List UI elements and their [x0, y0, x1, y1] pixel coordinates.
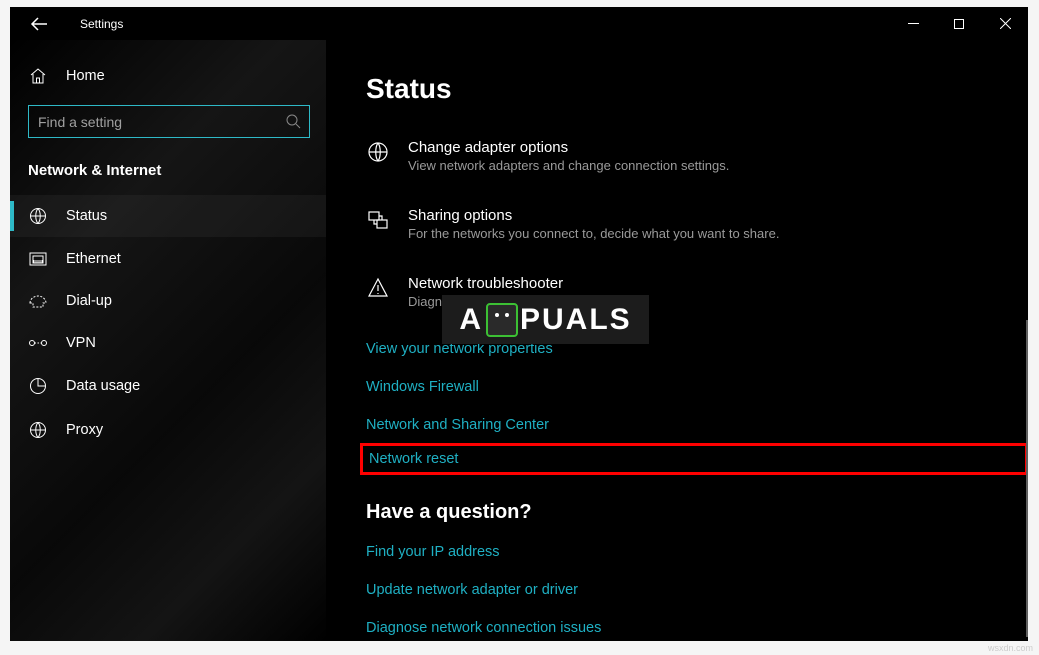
setting-text: Network troubleshooter Diagnose and fix … — [408, 275, 615, 309]
dialup-icon — [28, 294, 48, 308]
minimize-button[interactable] — [890, 7, 936, 40]
home-icon — [28, 67, 48, 85]
link-windows-firewall[interactable]: Windows Firewall — [366, 371, 479, 403]
sidebar-category: Network & Internet — [10, 150, 326, 193]
sidebar-item-vpn[interactable]: VPN — [10, 323, 326, 363]
setting-title: Network troubleshooter — [408, 275, 615, 292]
help-link-diagnose[interactable]: Diagnose network connection issues — [366, 612, 601, 641]
window-body: Home Network & Internet Status Ether — [10, 40, 1028, 641]
close-button[interactable] — [982, 7, 1028, 40]
sidebar-item-label: Dial-up — [66, 293, 112, 309]
sharing-icon — [366, 207, 390, 241]
sidebar-item-dialup[interactable]: Dial-up — [10, 281, 326, 321]
titlebar: Settings — [10, 7, 1028, 40]
sidebar-item-ethernet[interactable]: Ethernet — [10, 239, 326, 279]
sidebar: Home Network & Internet Status Ether — [10, 40, 326, 641]
help-link-ip[interactable]: Find your IP address — [366, 536, 500, 568]
page-heading: Status — [366, 73, 1028, 105]
setting-desc: View network adapters and change connect… — [408, 158, 729, 173]
setting-troubleshooter[interactable]: Network troubleshooter Diagnose and fix … — [366, 265, 1028, 333]
data-usage-icon — [28, 377, 48, 395]
titlebar-left: Settings — [18, 7, 123, 40]
highlighted-link-box: Network reset — [360, 443, 1028, 475]
setting-change-adapter[interactable]: Change adapter options View network adap… — [366, 129, 1028, 197]
setting-desc: For the networks you connect to, decide … — [408, 226, 779, 241]
settings-window: Settings Home — [10, 7, 1028, 641]
window-title: Settings — [80, 17, 123, 31]
sidebar-home[interactable]: Home — [10, 55, 326, 97]
help-links-block: Find your IP address Update network adap… — [366, 536, 1028, 641]
link-network-properties[interactable]: View your network properties — [366, 333, 553, 365]
help-link-adapter[interactable]: Update network adapter or driver — [366, 574, 578, 606]
setting-title: Sharing options — [408, 207, 779, 224]
sidebar-item-label: VPN — [66, 335, 96, 351]
sidebar-item-label: Data usage — [66, 378, 140, 394]
globe-icon — [28, 207, 48, 225]
sidebar-item-label: Proxy — [66, 422, 103, 438]
link-network-reset[interactable]: Network reset — [369, 451, 458, 467]
warning-icon — [366, 275, 390, 309]
sidebar-home-label: Home — [66, 68, 105, 84]
main-content: Status Change adapter options View netwo… — [326, 40, 1028, 641]
sidebar-item-data-usage[interactable]: Data usage — [10, 365, 326, 407]
help-heading: Have a question? — [366, 501, 1028, 524]
setting-title: Change adapter options — [408, 139, 729, 156]
globe-icon — [366, 139, 390, 173]
back-button[interactable] — [18, 7, 60, 40]
setting-desc: Diagnose and fix network problems. — [408, 294, 615, 309]
search-wrap — [10, 99, 326, 148]
vpn-icon — [28, 336, 48, 350]
search-input[interactable] — [28, 105, 310, 138]
scrollbar[interactable] — [1026, 320, 1028, 637]
ethernet-icon — [28, 252, 48, 266]
proxy-icon — [28, 421, 48, 439]
link-network-sharing-center[interactable]: Network and Sharing Center — [366, 409, 549, 441]
window-controls — [890, 7, 1028, 40]
maximize-button[interactable] — [936, 7, 982, 40]
setting-sharing-options[interactable]: Sharing options For the networks you con… — [366, 197, 1028, 265]
sidebar-item-proxy[interactable]: Proxy — [10, 409, 326, 451]
sidebar-item-label: Ethernet — [66, 251, 121, 267]
links-block: View your network properties Windows Fir… — [366, 333, 1028, 441]
sidebar-item-status[interactable]: Status — [10, 195, 326, 237]
footer-url: wsxdn.com — [988, 643, 1033, 653]
sidebar-item-label: Status — [66, 208, 107, 224]
setting-text: Change adapter options View network adap… — [408, 139, 729, 173]
setting-text: Sharing options For the networks you con… — [408, 207, 779, 241]
